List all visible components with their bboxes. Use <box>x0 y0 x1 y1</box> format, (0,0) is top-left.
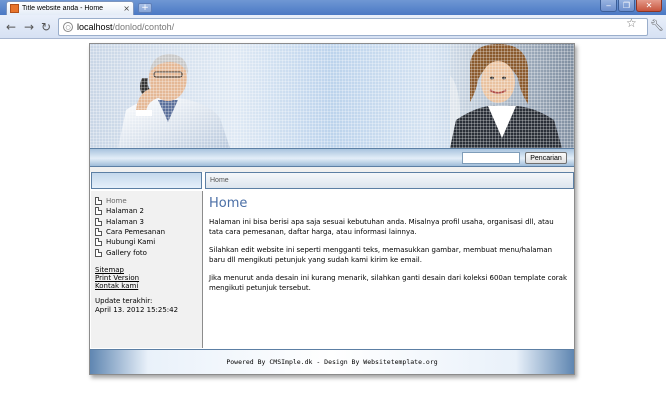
website-container: Pencarian Home Home Halaman 2 Halaman 3 … <box>89 43 575 375</box>
maximize-icon[interactable]: ❐ <box>618 0 635 12</box>
page-document-icon <box>95 197 102 206</box>
breadcrumb: Home <box>210 177 229 184</box>
address-bar[interactable]: ○ localhost /donlod/contoh/ <box>58 18 648 36</box>
businesswoman-photo <box>450 44 574 148</box>
tab-close-icon[interactable]: × <box>123 4 130 13</box>
nav-item-cara-pemesanan[interactable]: Cara Pemesanan <box>95 227 165 237</box>
content-paragraph: Jika menurut anda desain ini kurang mena… <box>209 274 567 292</box>
reload-icon[interactable]: ↻ <box>41 20 51 34</box>
url-path: /donlod/contoh/ <box>112 22 175 32</box>
last-update-value: April 13. 2012 15:25:42 <box>95 306 179 314</box>
back-arrow-icon[interactable]: ← <box>6 20 16 34</box>
header-banner <box>90 44 574 148</box>
wrench-icon[interactable]: 🔧︎ <box>650 19 664 32</box>
kontak-kami-link[interactable]: Kontak kami <box>95 282 139 290</box>
nav-item-halaman-3[interactable]: Halaman 3 <box>95 217 165 227</box>
content-paragraph: Silahkan edit website ini seperti mengga… <box>209 246 553 264</box>
sidebar: Home Halaman 2 Halaman 3 Cara Pemesanan … <box>91 191 203 348</box>
page-title: Home <box>209 196 248 211</box>
new-tab-button[interactable]: + <box>138 3 152 13</box>
search-button[interactable]: Pencarian <box>525 152 567 164</box>
browser-titlebar: Title website anda - Home × + ‒ ❐ ✕ <box>0 0 666 15</box>
window-controls: ‒ ❐ ✕ <box>600 0 662 12</box>
nav-item-label: Halaman 2 <box>106 207 145 216</box>
search-bar: Pencarian <box>90 148 574 167</box>
sidebar-header <box>91 172 202 189</box>
businessman-photo <box>118 54 230 148</box>
minimize-icon[interactable]: ‒ <box>600 0 617 12</box>
url-host: localhost <box>77 22 113 32</box>
nav-item-label: Gallery foto <box>106 248 147 257</box>
page-document-icon <box>95 248 102 257</box>
nav-menu: Home Halaman 2 Halaman 3 Cara Pemesanan … <box>95 196 165 258</box>
footer: Powered By CMSImple.dk - Design By Websi… <box>90 349 574 374</box>
nav-item-label: Home <box>106 197 127 206</box>
print-version-link[interactable]: Print Version <box>95 274 139 282</box>
nav-item-label: Hubungi Kami <box>106 238 156 247</box>
forward-arrow-icon[interactable]: → <box>24 20 34 34</box>
close-window-icon[interactable]: ✕ <box>636 0 662 12</box>
main-content: Home Halaman ini bisa berisi apa saja se… <box>207 191 573 348</box>
sitemap-link[interactable]: Sitemap <box>95 266 139 274</box>
nav-item-halaman-2[interactable]: Halaman 2 <box>95 206 165 216</box>
nav-item-gallery-foto[interactable]: Gallery foto <box>95 247 165 257</box>
search-input[interactable] <box>462 152 520 164</box>
tab-title: Title website anda - Home <box>22 5 104 12</box>
page-document-icon <box>95 207 102 216</box>
page-document-icon <box>95 217 102 226</box>
footer-credits: Powered By CMSImple.dk - Design By Websi… <box>226 358 438 366</box>
star-icon[interactable]: ☆ <box>626 16 637 30</box>
nav-item-label: Halaman 3 <box>106 217 145 226</box>
last-update-label: Update terakhir: <box>95 297 153 305</box>
browser-toolbar: ← → ↻ ○ localhost /donlod/contoh/ ☆ 🔧︎ <box>0 15 666 39</box>
nav-item-hubungi-kami[interactable]: Hubungi Kami <box>95 237 165 247</box>
nav-item-home[interactable]: Home <box>95 196 165 206</box>
last-update: Update terakhir: April 13. 2012 15:25:42 <box>95 297 178 315</box>
breadcrumb-bar: Home <box>205 172 574 189</box>
utility-links: Sitemap Print Version Kontak kami <box>95 266 139 290</box>
content-paragraph: Halaman ini bisa berisi apa saja sesuai … <box>209 218 554 236</box>
page-document-icon <box>95 238 102 247</box>
nav-item-label: Cara Pemesanan <box>106 228 166 237</box>
page-document-icon <box>95 228 102 237</box>
favicon-icon <box>10 4 19 13</box>
browser-tab[interactable]: Title website anda - Home × <box>6 1 134 15</box>
page-icon: ○ <box>63 22 73 32</box>
